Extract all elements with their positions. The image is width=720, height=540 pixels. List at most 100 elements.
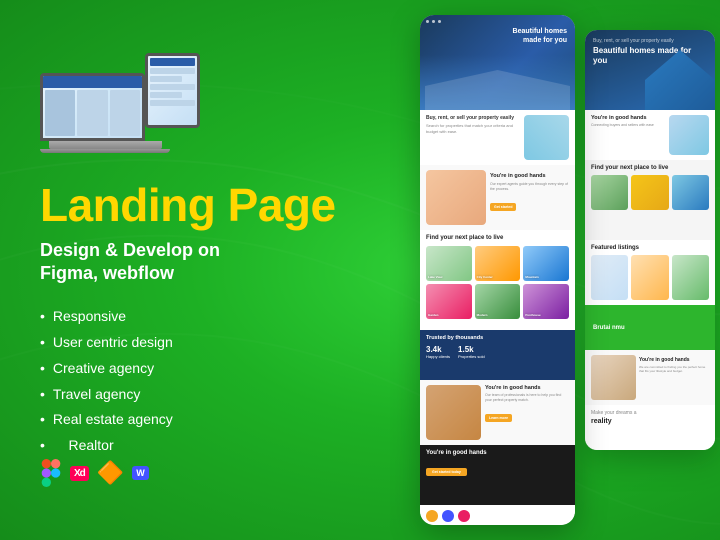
ph-dark-cta-button[interactable]: Get started today — [426, 468, 467, 476]
ps-grid — [591, 175, 709, 210]
ps-section4-image — [591, 355, 636, 400]
laptop-content — [43, 88, 142, 138]
sketch-icon: 🔶 — [97, 460, 124, 486]
ph-grid-label-3: Garden — [428, 313, 439, 317]
ps-grid-item — [591, 175, 628, 210]
ps-grid-item — [672, 175, 709, 210]
feature-item: User centric design — [40, 330, 360, 356]
ps-cards — [591, 255, 709, 300]
ps-grid-item — [631, 175, 668, 210]
ps-green-section: Brutai nmu — [585, 305, 715, 350]
right-section: Buy, rent, or sell your property easily … — [390, 0, 720, 540]
laptop-bottom — [40, 149, 170, 153]
ps-section1: You're in good hands Connecting buyers a… — [585, 110, 715, 160]
tablet-nav-bar — [150, 58, 195, 66]
ps-section1-image — [669, 115, 709, 155]
ph-section3-title: You're in good hands — [490, 173, 569, 179]
laptop-device — [40, 73, 170, 163]
laptop-col — [45, 90, 75, 136]
laptop-screen — [40, 73, 145, 141]
ph-section7-title: You're in good hands — [426, 450, 569, 456]
ph-properties-grid: Lake View City Center Mountain Garden Mo… — [426, 246, 569, 319]
ph-grid-label-2: Mountain — [525, 275, 538, 279]
ps-section1-sub: Connecting buyers and sellers with ease — [591, 123, 666, 128]
ph-section6-content: You're in good hands Our team of profess… — [485, 385, 569, 440]
laptop-col — [110, 90, 140, 136]
left-content: Landing Page Design & Develop on Figma, … — [40, 0, 360, 540]
ph-section3: You're in good hands Our expert agents g… — [420, 165, 575, 230]
ph-avatar-1 — [426, 510, 438, 522]
ph-section5: Trusted by thousands 3.4k Happy clients … — [420, 330, 575, 380]
ph-section4: Find your next place to live Lake View C… — [420, 230, 575, 330]
feature-item: Responsive — [40, 304, 360, 330]
ps-card — [631, 255, 668, 300]
ph-stat-2-num: 1.5k — [458, 345, 485, 354]
ph-section2-image — [524, 115, 569, 160]
ph-avatar-2 — [442, 510, 454, 522]
ph-section6-image — [426, 385, 481, 440]
ph-grid-item-2: Mountain — [523, 246, 569, 281]
ps-hero-section: Buy, rent, or sell your property easily … — [585, 30, 715, 110]
xd-icon: Xd — [70, 466, 89, 481]
ph-nav-dot — [426, 20, 429, 23]
subtitle-line2: Figma, webflow — [40, 263, 174, 283]
phone-container: Buy, rent, or sell your property easily … — [390, 10, 720, 540]
ps-section2-title: Find your next place to live — [591, 165, 709, 171]
ps-section3-title: Featured listings — [591, 245, 709, 251]
feature-label: Realtor — [68, 437, 113, 453]
ph-grid-label-1: City Center — [477, 275, 493, 279]
ph-grid-label-0: Lake View — [428, 275, 442, 279]
tool-icons-row: Xd 🔶 W — [40, 459, 360, 487]
ps-section5-label: Make your dreams a — [591, 410, 709, 416]
phone-main: Beautiful homes made for you Buy, rent, … — [420, 15, 575, 525]
laptop-base — [49, 141, 162, 149]
ph-avatars-row — [426, 510, 569, 522]
ph-hero-text: Beautiful homes made for you — [507, 27, 567, 45]
ph-hero-house-shape — [425, 70, 570, 110]
ph-section5-title: Trusted by thousands — [426, 335, 569, 341]
laptop-nav-bar — [43, 76, 142, 88]
phone-second: Buy, rent, or sell your property easily … — [585, 30, 715, 450]
ps-hero-label: Buy, rent, or sell your property easily — [593, 38, 707, 44]
ps-section5-title: reality — [591, 418, 709, 425]
ps-green-title: Brutai nmu — [593, 325, 625, 331]
ph-nav-dots — [426, 20, 441, 23]
ph-stat-2-label: Properties sold — [458, 354, 485, 359]
ph-section7: You're in good hands Get started today — [420, 445, 575, 505]
feature-item: Travel agency — [40, 382, 360, 408]
ph-section6-desc: Our team of professionals is here to hel… — [485, 393, 569, 403]
ph-section2-title: Buy, rent, or sell your property easily — [426, 115, 520, 121]
device-mockup — [40, 53, 200, 163]
subtitle: Design & Develop on Figma, webflow — [40, 239, 360, 286]
ph-stat-2: 1.5k Properties sold — [458, 345, 485, 359]
ph-grid-label-5: Penthouse — [525, 313, 540, 317]
ph-cta-button2[interactable]: Learn more — [485, 414, 512, 422]
ph-grid-label-4: Modern — [477, 313, 488, 317]
main-title: Landing Page — [40, 181, 360, 229]
ph-section2-sub: Search for properties that match your cr… — [426, 123, 520, 134]
ph-section6-title: You're in good hands — [485, 385, 569, 391]
ph-grid-item-3: Garden — [426, 284, 472, 319]
ph-section3-desc: Our expert agents guide you through ever… — [490, 182, 569, 192]
ps-section5: Make your dreams a reality — [585, 405, 715, 450]
ph-section2: Buy, rent, or sell your property easily … — [420, 110, 575, 165]
subtitle-line1: Design & Develop on — [40, 240, 220, 260]
ph-stat-1-label: Happy clients — [426, 354, 450, 359]
ph-grid-item-1: City Center — [475, 246, 521, 281]
ph-hero-nav — [420, 20, 575, 23]
ph-hero-house — [420, 55, 575, 110]
ph-stats-row: 3.4k Happy clients 1.5k Properties sold — [426, 345, 569, 359]
ph-grid-item-5: Penthouse — [523, 284, 569, 319]
ph-nav-dot — [438, 20, 441, 23]
ph-section2-image-inner — [524, 115, 569, 160]
ps-section4-sub: We are committed to finding you the perf… — [639, 365, 709, 373]
ph-cta-button[interactable]: Get started — [490, 203, 516, 211]
ps-section4-row: You're in good hands We are committed to… — [591, 355, 709, 400]
ph-stat-1-num: 3.4k — [426, 345, 450, 354]
ps-card — [672, 255, 709, 300]
ph-section6: You're in good hands Our team of profess… — [420, 380, 575, 445]
ph-section3-text: You're in good hands Our expert agents g… — [490, 170, 569, 225]
features-list: Responsive User centric design Creative … — [40, 304, 360, 459]
ph-section8 — [420, 505, 575, 525]
ps-section4-text: You're in good hands We are committed to… — [639, 355, 709, 400]
